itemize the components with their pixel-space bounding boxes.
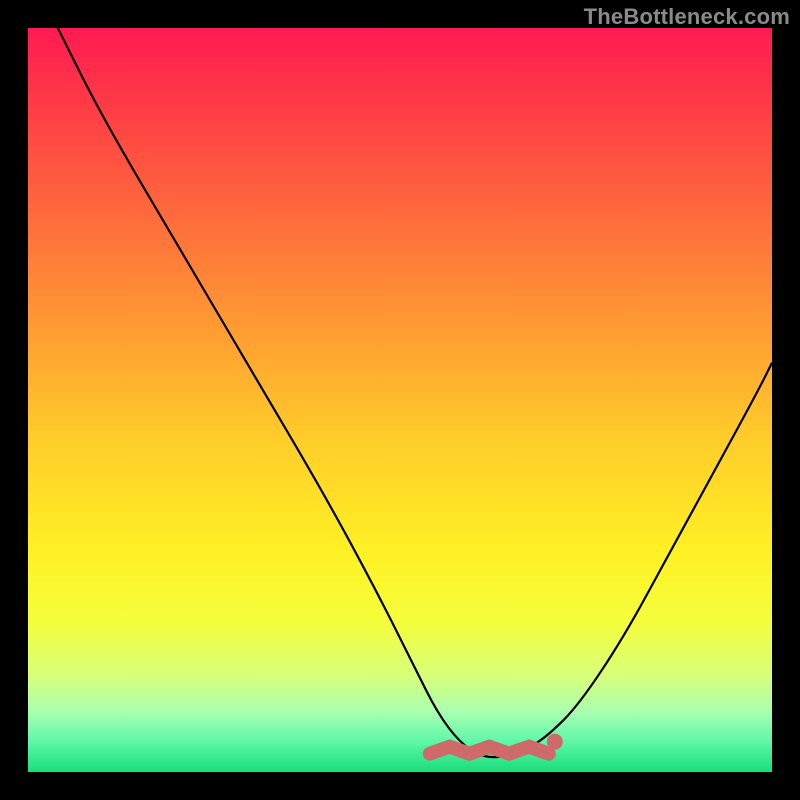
- plot-area: [28, 28, 772, 772]
- watermark-text: TheBottleneck.com: [584, 4, 790, 30]
- optimal-end-dot: [547, 734, 563, 750]
- chart-frame: TheBottleneck.com: [0, 0, 800, 800]
- bottleneck-curve: [28, 28, 772, 772]
- optimal-flat-marker: [430, 747, 549, 754]
- curve-line: [58, 28, 772, 757]
